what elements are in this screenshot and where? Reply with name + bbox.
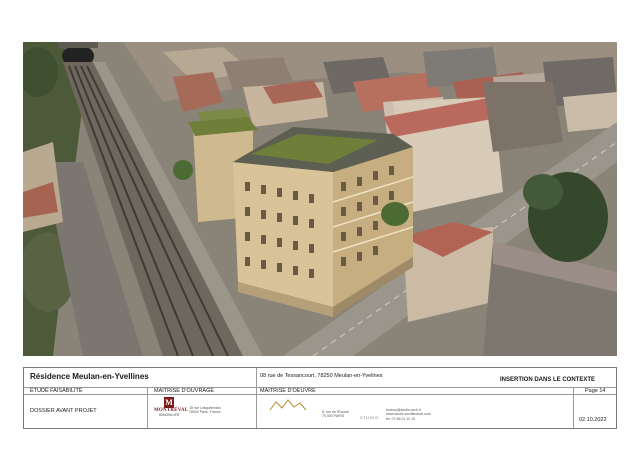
owner-label: MAITRISE D'OUVRAGE [154, 388, 215, 394]
architect-logo-mark [269, 399, 307, 411]
title-block: Résidence Meulan-en-Yvellines 08 rue de … [23, 367, 617, 429]
phase-label: ÉTUDE FAISABILITÉ [30, 388, 83, 394]
owner-logo-mark: M [164, 397, 174, 408]
architect-contact-a: 8, rue de l'Ecoute 75 000 PARIS [322, 410, 350, 419]
phase-value: DOSSIER AVANT PROJET [30, 408, 97, 414]
architect-label: MAITRISE D'OEUVRE [260, 388, 316, 394]
page-number: Page 14 [585, 388, 606, 394]
architect-logo [268, 398, 308, 414]
architect-contact-b: bureau@studio-arch.fr www.studio-archite… [386, 408, 431, 421]
aerial-render-image [23, 42, 617, 356]
architect-logo-text: STUDIO [360, 415, 379, 420]
view-title: INSERTION DANS LE CONTEXTE [500, 377, 596, 383]
owner-logo: M MONTRÉVAL IMMOBILIER [154, 397, 188, 417]
owner-contact: 18 rue Lesquelerdes 78000 Paris, France [189, 406, 221, 415]
document-date: 02.10.2022 [579, 417, 607, 423]
project-name: Résidence Meulan-en-Yvellines [30, 372, 149, 381]
owner-logo-subtext: IMMOBILIER [158, 413, 180, 417]
project-address: 08 rue de Tessancourt, 78250 Meulan-en-Y… [260, 373, 383, 379]
